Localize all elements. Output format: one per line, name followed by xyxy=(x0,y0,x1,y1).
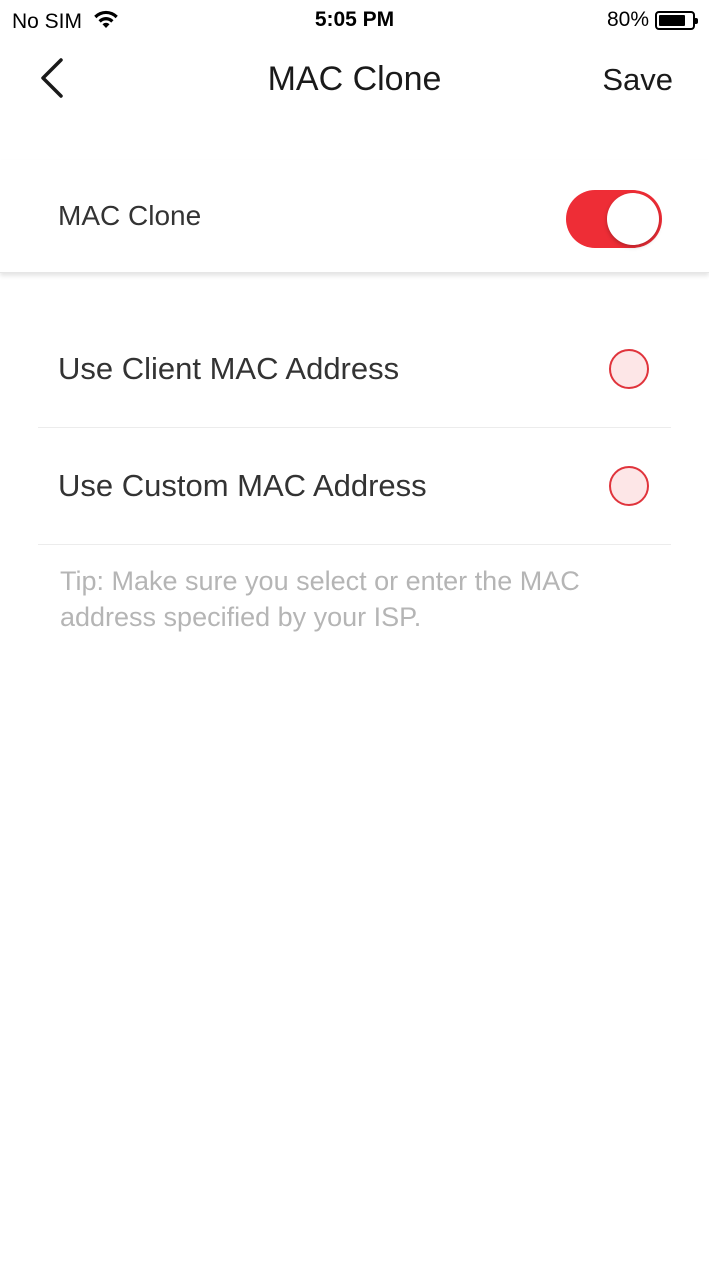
status-right: 80% xyxy=(606,8,698,32)
mac-clone-screen: No SIM 5:05 PM 80% MAC Clone Save MAC Cl… xyxy=(0,0,709,1261)
option-use-client-mac[interactable]: Use Client MAC Address xyxy=(38,311,671,428)
battery-percent: 80% xyxy=(606,8,649,31)
mac-clone-toggle-row: MAC Clone xyxy=(0,160,709,273)
nav-bar: MAC Clone Save xyxy=(0,40,709,122)
battery-icon xyxy=(655,10,698,30)
save-button[interactable]: Save xyxy=(602,62,673,98)
option-use-custom-mac[interactable]: Use Custom MAC Address xyxy=(38,428,671,545)
tip-text: Tip: Make sure you select or enter the M… xyxy=(60,566,580,632)
radio-button-client-mac[interactable] xyxy=(609,349,649,389)
battery-fill xyxy=(659,14,685,26)
toggle-knob xyxy=(607,193,659,245)
mac-clone-toggle[interactable] xyxy=(566,190,662,248)
option-label: Use Custom MAC Address xyxy=(58,468,427,503)
status-bar: No SIM 5:05 PM 80% xyxy=(0,0,709,40)
option-label: Use Client MAC Address xyxy=(58,351,400,386)
mac-clone-label: MAC Clone xyxy=(58,200,202,231)
radio-button-custom-mac[interactable] xyxy=(609,466,649,506)
status-time: 5:05 PM xyxy=(314,8,395,31)
